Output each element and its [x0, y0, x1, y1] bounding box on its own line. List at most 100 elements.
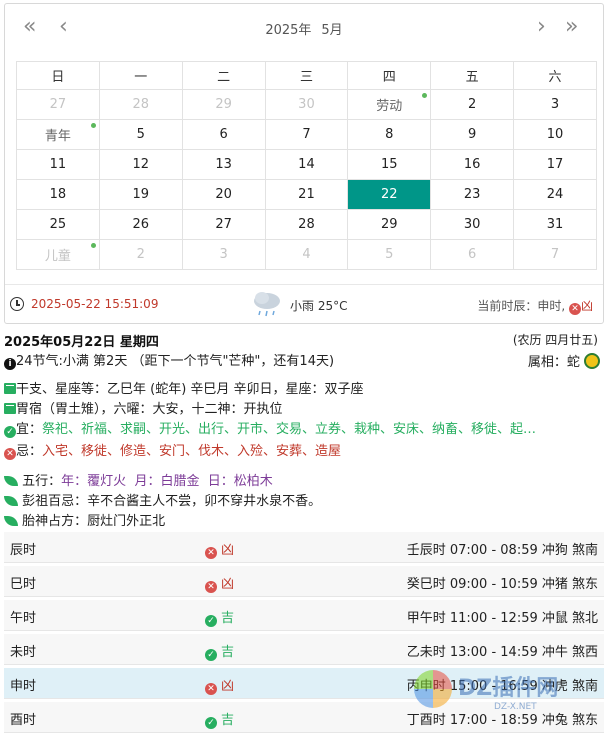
- month-label[interactable]: 5月: [321, 23, 342, 38]
- pengzu: 彭祖百忌：辛不合酱主人不尝，卯不穿井水泉不香。: [22, 494, 322, 509]
- calendar-day-label: 23: [463, 187, 481, 202]
- x-circle-icon: ✕: [205, 547, 217, 559]
- calendar-day-label: 8: [385, 127, 394, 142]
- calendar-day[interactable]: 劳动: [347, 89, 432, 120]
- calendar-day-label: 16: [463, 157, 481, 172]
- calendar-day-label: 10: [546, 127, 564, 142]
- calendar-icon: [4, 403, 16, 414]
- wuxing-month: 月：白腊金: [134, 474, 200, 489]
- calendar-day[interactable]: 24: [513, 179, 597, 210]
- hour-status-label: 凶: [221, 679, 235, 694]
- calendar-day[interactable]: 5: [98, 119, 183, 150]
- calendar-day-today[interactable]: 22: [347, 179, 432, 210]
- hour-name: 申时: [10, 679, 37, 694]
- calendar-day-label: 11: [49, 157, 67, 172]
- xiu: 胃宿（胃土雉），六曜：大安，十二神：开执位: [16, 402, 283, 417]
- date-title: 2025年05月22日 星期四: [4, 335, 159, 350]
- calendar-day[interactable]: 3: [181, 239, 266, 270]
- zodiac: 属相：蛇: [527, 355, 580, 370]
- hour-status-label: 凶: [221, 543, 235, 558]
- zodiac-line: 属相：蛇: [528, 351, 600, 370]
- calendar-header: « ‹ 2025年 5月 › »: [5, 4, 603, 52]
- watermark: DZ插件网 DZ-X.NET: [414, 656, 604, 726]
- hour-status: ✓ 吉: [205, 607, 234, 627]
- calendar-day-label: 劳动: [376, 99, 403, 114]
- solar-term-line: i 24节气:小满 第2天 （距下一个节气"芒种"，还有14天): [4, 350, 334, 370]
- calendar-day[interactable]: 30: [264, 89, 349, 120]
- calendar-day[interactable]: 27: [16, 89, 100, 120]
- calendar-day[interactable]: 9: [430, 119, 515, 150]
- calendar-day[interactable]: 15: [347, 149, 432, 180]
- year-label[interactable]: 2025年: [265, 23, 311, 38]
- calendar-day[interactable]: 儿童: [16, 239, 100, 270]
- calendar-day-label: 2: [136, 247, 145, 262]
- taishen: 胎神占方：厨灶门外正北: [22, 514, 166, 529]
- calendar-day[interactable]: 28: [98, 89, 183, 120]
- hour-status: ✓ 吉: [205, 709, 234, 729]
- calendar-day[interactable]: 12: [98, 149, 183, 180]
- calendar-day[interactable]: 21: [264, 179, 349, 210]
- hour-name: 酉时: [10, 713, 37, 728]
- calendar-day[interactable]: 14: [264, 149, 349, 180]
- calendar-day[interactable]: 3: [513, 89, 597, 120]
- calendar-week-row: 27 28 29 30 劳动 2 3: [16, 89, 597, 120]
- weekday-header-row: 日一二三四五六: [16, 61, 597, 90]
- calendar-day[interactable]: 4: [264, 239, 349, 270]
- calendar-day[interactable]: 29: [181, 89, 266, 120]
- calendar-day[interactable]: 青年: [16, 119, 100, 150]
- calendar-day-label: 29: [215, 97, 232, 112]
- calendar-day[interactable]: 28: [264, 209, 349, 240]
- calendar-day[interactable]: 31: [513, 209, 597, 240]
- x-circle-icon: ✕: [205, 683, 217, 695]
- calendar-day[interactable]: 25: [16, 209, 100, 240]
- current-datetime: 2025-05-22 15:51:09: [31, 297, 159, 311]
- hour-row: 巳时 ✕ 凶癸巳时 09:00 - 10:59 冲猪 煞东: [4, 566, 604, 597]
- check-circle-icon: ✓: [205, 615, 217, 627]
- hour-status: ✕ 凶: [205, 573, 234, 593]
- calendar-day[interactable]: 30: [430, 209, 515, 240]
- calendar-day[interactable]: 11: [16, 149, 100, 180]
- watermark-text: DZ插件网: [458, 676, 559, 701]
- weather-text: 小雨 25°C: [290, 299, 348, 313]
- calendar-day-label: 22: [381, 187, 398, 202]
- calendar-icon: [4, 383, 16, 394]
- calendar-day[interactable]: 19: [98, 179, 183, 210]
- calendar-week-row: 11 12 13 14 15 16 17: [16, 149, 597, 180]
- calendar-day[interactable]: 29: [347, 209, 432, 240]
- calendar-day[interactable]: 2: [98, 239, 183, 270]
- calendar-day[interactable]: 5: [347, 239, 432, 270]
- calendar-day[interactable]: 27: [181, 209, 266, 240]
- calendar-day[interactable]: 26: [98, 209, 183, 240]
- watermark-logo-icon: [414, 670, 452, 708]
- calendar-day[interactable]: 16: [430, 149, 515, 180]
- calendar-day[interactable]: 13: [181, 149, 266, 180]
- calendar-day[interactable]: 23: [430, 179, 515, 210]
- calendar-day-label: 7: [302, 127, 311, 142]
- calendar-day[interactable]: 20: [181, 179, 266, 210]
- calendar-day[interactable]: 7: [264, 119, 349, 150]
- next-month-button[interactable]: ›: [537, 14, 546, 40]
- event-dot-icon: [90, 123, 96, 128]
- calendar-day[interactable]: 18: [16, 179, 100, 210]
- calendar-day[interactable]: 6: [430, 239, 515, 270]
- calendar-day[interactable]: 7: [513, 239, 597, 270]
- leaf-icon: [4, 476, 18, 486]
- calendar-day-label: 21: [298, 187, 315, 202]
- calendar-day[interactable]: 8: [347, 119, 432, 150]
- yi-activities: 祭祀、祈福、求嗣、开光、出行、开市、交易、立券、栽种、安床、纳畜、移徙、起…: [42, 422, 537, 437]
- calendar-day-label: 5: [385, 247, 394, 262]
- next-year-button[interactable]: »: [565, 14, 578, 40]
- weekday-header: 一: [98, 61, 183, 90]
- calendar-day[interactable]: 10: [513, 119, 597, 150]
- calendar-day-label: 7: [550, 247, 560, 262]
- hour-name: 午时: [10, 611, 37, 626]
- calendar-day[interactable]: 2: [430, 89, 515, 120]
- hour-status-label: 吉: [221, 645, 235, 660]
- weekday-header: 四: [347, 61, 432, 90]
- calendar-day[interactable]: 17: [513, 149, 597, 180]
- calendar-day[interactable]: 6: [181, 119, 266, 150]
- hour-status-label: 凶: [221, 577, 235, 592]
- calendar-footer: 2025-05-22 15:51:09 小雨 25°C 当前时辰：申时, ✕ 凶: [5, 284, 603, 324]
- calendar-widget: « ‹ 2025年 5月 › » 日一二三四五六 27 28 29 30 劳动 2 3 青年 5 6…: [4, 3, 604, 324]
- calendar-day-label: 儿童: [44, 249, 71, 264]
